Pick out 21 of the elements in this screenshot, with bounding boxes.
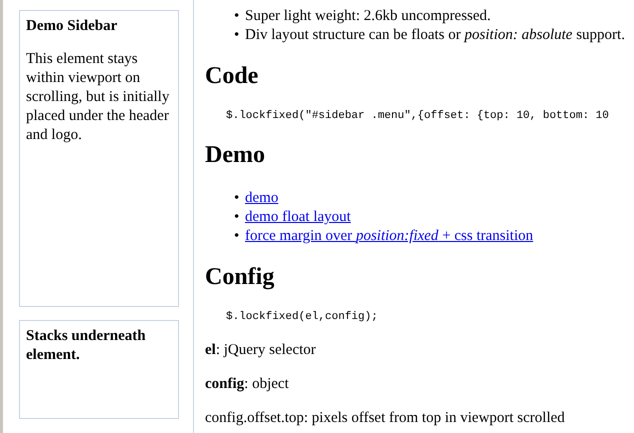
section-heading: Code [205,62,260,90]
section-heading: Demo [205,141,266,169]
config-description: config.offset.top: pixels offset from top in viewport scrolled [205,409,566,428]
section-heading: Config [205,263,276,291]
feature-item: Div layout structure can be floats or position: absolute support. [245,26,625,45]
code-snippet: $.lockfixed(el,config); [225,310,379,325]
card-title: Demo Sidebar [26,17,118,36]
bullet: • [234,208,240,227]
demo-link[interactable]: demo [245,189,278,208]
bullet: • [234,26,240,45]
config-description: config: object [205,375,290,394]
bullet: • [234,189,240,208]
demo-link[interactable]: demo float layout [245,208,351,227]
demo-link[interactable]: force margin over position:fixed + css transition [245,227,534,246]
feature-item: Super light weight: 2.6kb uncompressed. [245,7,491,26]
bullet: • [234,7,240,26]
config-description: el: jQuery selector [205,341,317,360]
code-snippet: $.lockfixed("#sidebar .menu",{offset: {top: 10, bottom: 10 [225,109,610,124]
card-text: This element stays within viewport on scrolling, but is initially placed under the header and logo. [26,50,170,145]
card-title: Stacks underneath element. [26,327,147,365]
bullet: • [234,227,240,246]
